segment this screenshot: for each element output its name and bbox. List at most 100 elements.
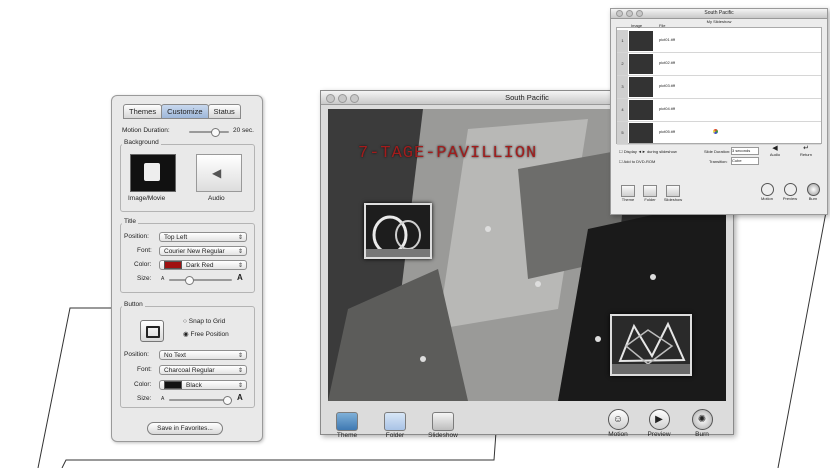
button-group-label: Button [122,301,145,308]
motion-icon: ☺ [607,409,629,430]
audio-button[interactable]: ◀ Audio [767,144,783,157]
burn-disc-icon [806,183,820,196]
motion-button[interactable]: ☺ Motion [603,409,633,438]
button-font-popup[interactable]: Charcoal Regular ⇕ [159,365,247,375]
menu-button-thumbnail[interactable] [364,203,432,259]
title-size-knob[interactable] [185,276,194,285]
tab-status[interactable]: Status [207,104,241,119]
button-size-knob[interactable] [223,396,232,405]
zoom-window-button[interactable] [636,10,643,17]
button-size-slider[interactable] [169,396,232,405]
button-position-value: No Text [164,352,186,359]
display-arrows-checkbox[interactable]: ☐ Display ◄► during slideshow [619,149,677,154]
slide-duration-popup[interactable]: 3 seconds [731,147,759,155]
slide-file-name: pict03.tiff [659,83,675,88]
motion-button[interactable]: Motion [759,183,775,201]
theme-button[interactable]: Theme [333,412,361,439]
image-movie-icon [144,163,160,181]
theme-icon [336,412,358,431]
tab-themes[interactable]: Themes [123,104,163,119]
minimize-window-button[interactable] [626,10,633,17]
title-color-popup[interactable]: Dark Red ⇕ [159,260,247,270]
folder-button[interactable]: Folder [642,185,658,202]
slide-row[interactable]: 4 pict04.tiff [617,99,821,122]
slide-number: 4 [617,99,628,121]
title-position-label: Position: [124,233,149,240]
theme-label: Theme [336,432,358,439]
title-font-popup[interactable]: Courier New Regular ⇕ [159,246,247,256]
menu-button-thumbnail[interactable] [610,314,692,376]
window-controls [616,10,643,17]
pavilion-photo [612,316,690,374]
save-in-favorites-button[interactable]: Save in Favorites... [147,422,223,435]
add-to-dvd-rom-checkbox[interactable]: ☐ Add to DVD-ROM [619,159,655,164]
button-style-picker[interactable] [140,320,164,342]
motion-duration-value: 20 sec. [233,127,254,134]
slide-row[interactable]: 2 pict02.tiff [617,53,821,76]
button-size-label: Size: [137,395,152,402]
slideshow-name: My Slideshow [706,19,732,24]
theme-icon [621,185,635,197]
slide-thumbnail [629,123,653,143]
slideshow-label: Slideshow [428,432,458,439]
popup-arrows-icon: ⇕ [237,353,243,359]
slideshow-window-title: South Pacific [704,10,734,16]
free-position-radio[interactable]: ◉ Free Position [183,330,229,338]
button-color-popup[interactable]: Black ⇕ [159,380,247,390]
menu-title[interactable]: 7-TAGE-PAVILLION [358,144,537,163]
title-position-popup[interactable]: Top Left ⇕ [159,232,247,242]
slide-row[interactable]: 5 pict05.tiff [617,122,821,145]
audio-label: Audio [769,152,781,157]
file-column-header: File [659,23,666,28]
zoom-window-button[interactable] [350,94,359,103]
slide-list[interactable]: Image File 1 pict01.tiff 2 pict02.tiff 3… [616,23,822,145]
slide-row[interactable]: 1 pict01.tiff [617,30,821,53]
tab-customize[interactable]: Customize [161,104,209,119]
preview-label: Preview [782,196,798,201]
slideshow-button[interactable]: Slideshow [423,412,463,439]
button-font-label: Font: [137,366,152,373]
slideshow-button[interactable]: Slideshow [663,185,683,202]
popup-arrows-icon: ⇕ [237,368,243,374]
slide-file-name: pict01.tiff [659,37,675,42]
snap-to-grid-radio[interactable]: ○ Snap to Grid [183,318,225,325]
motion-duration-slider[interactable] [189,128,229,137]
busy-spinner-icon [713,129,718,134]
transition-label: Transition: [709,159,728,164]
popup-arrows-icon: ⇕ [237,249,243,255]
slide-row[interactable]: 3 pict03.tiff [617,76,821,99]
theme-button[interactable]: Theme [620,185,636,202]
image-movie-well[interactable] [130,154,176,192]
folder-button[interactable]: Folder [381,412,409,439]
background-group-label: Background [122,139,161,146]
motion-duration-knob[interactable] [211,128,220,137]
close-window-button[interactable] [616,10,623,17]
button-size-large-a: A [237,393,243,402]
slide-number: 1 [617,30,628,52]
title-color-value: Dark Red [186,262,214,269]
burn-button[interactable]: Burn [805,183,821,201]
slide-duration-label: Slide Duration: [704,149,731,154]
slideshow-window: South Pacific My Slideshow Image File 1 … [610,8,828,215]
image-movie-label: Image/Movie [128,195,166,202]
transition-popup[interactable]: Cube [731,157,759,165]
title-size-slider[interactable] [169,276,232,285]
button-font-value: Charcoal Regular [164,367,215,374]
add-to-dvd-rom-label: Add to DVD-ROM [623,159,656,164]
burn-disc-icon: ✺ [691,409,713,430]
slideshow-icon [432,412,454,431]
popup-arrows-icon: ⇕ [237,263,243,269]
button-position-popup[interactable]: No Text ⇕ [159,350,247,360]
image-column-header: Image [631,23,643,28]
return-button[interactable]: ↵ Return [797,144,815,157]
slide-thumbnail [629,77,653,97]
close-window-button[interactable] [326,94,335,103]
slide-duration-value: 3 seconds [732,148,751,153]
preview-button[interactable]: Preview [781,183,799,201]
inspector-tabs: Themes Customize Status [123,104,241,119]
minimize-window-button[interactable] [338,94,347,103]
preview-button[interactable]: ▶ Preview [644,409,674,438]
burn-button[interactable]: ✺ Burn [687,409,717,438]
folder-label: Folder [644,197,656,202]
audio-well[interactable]: ◀ [196,154,242,192]
